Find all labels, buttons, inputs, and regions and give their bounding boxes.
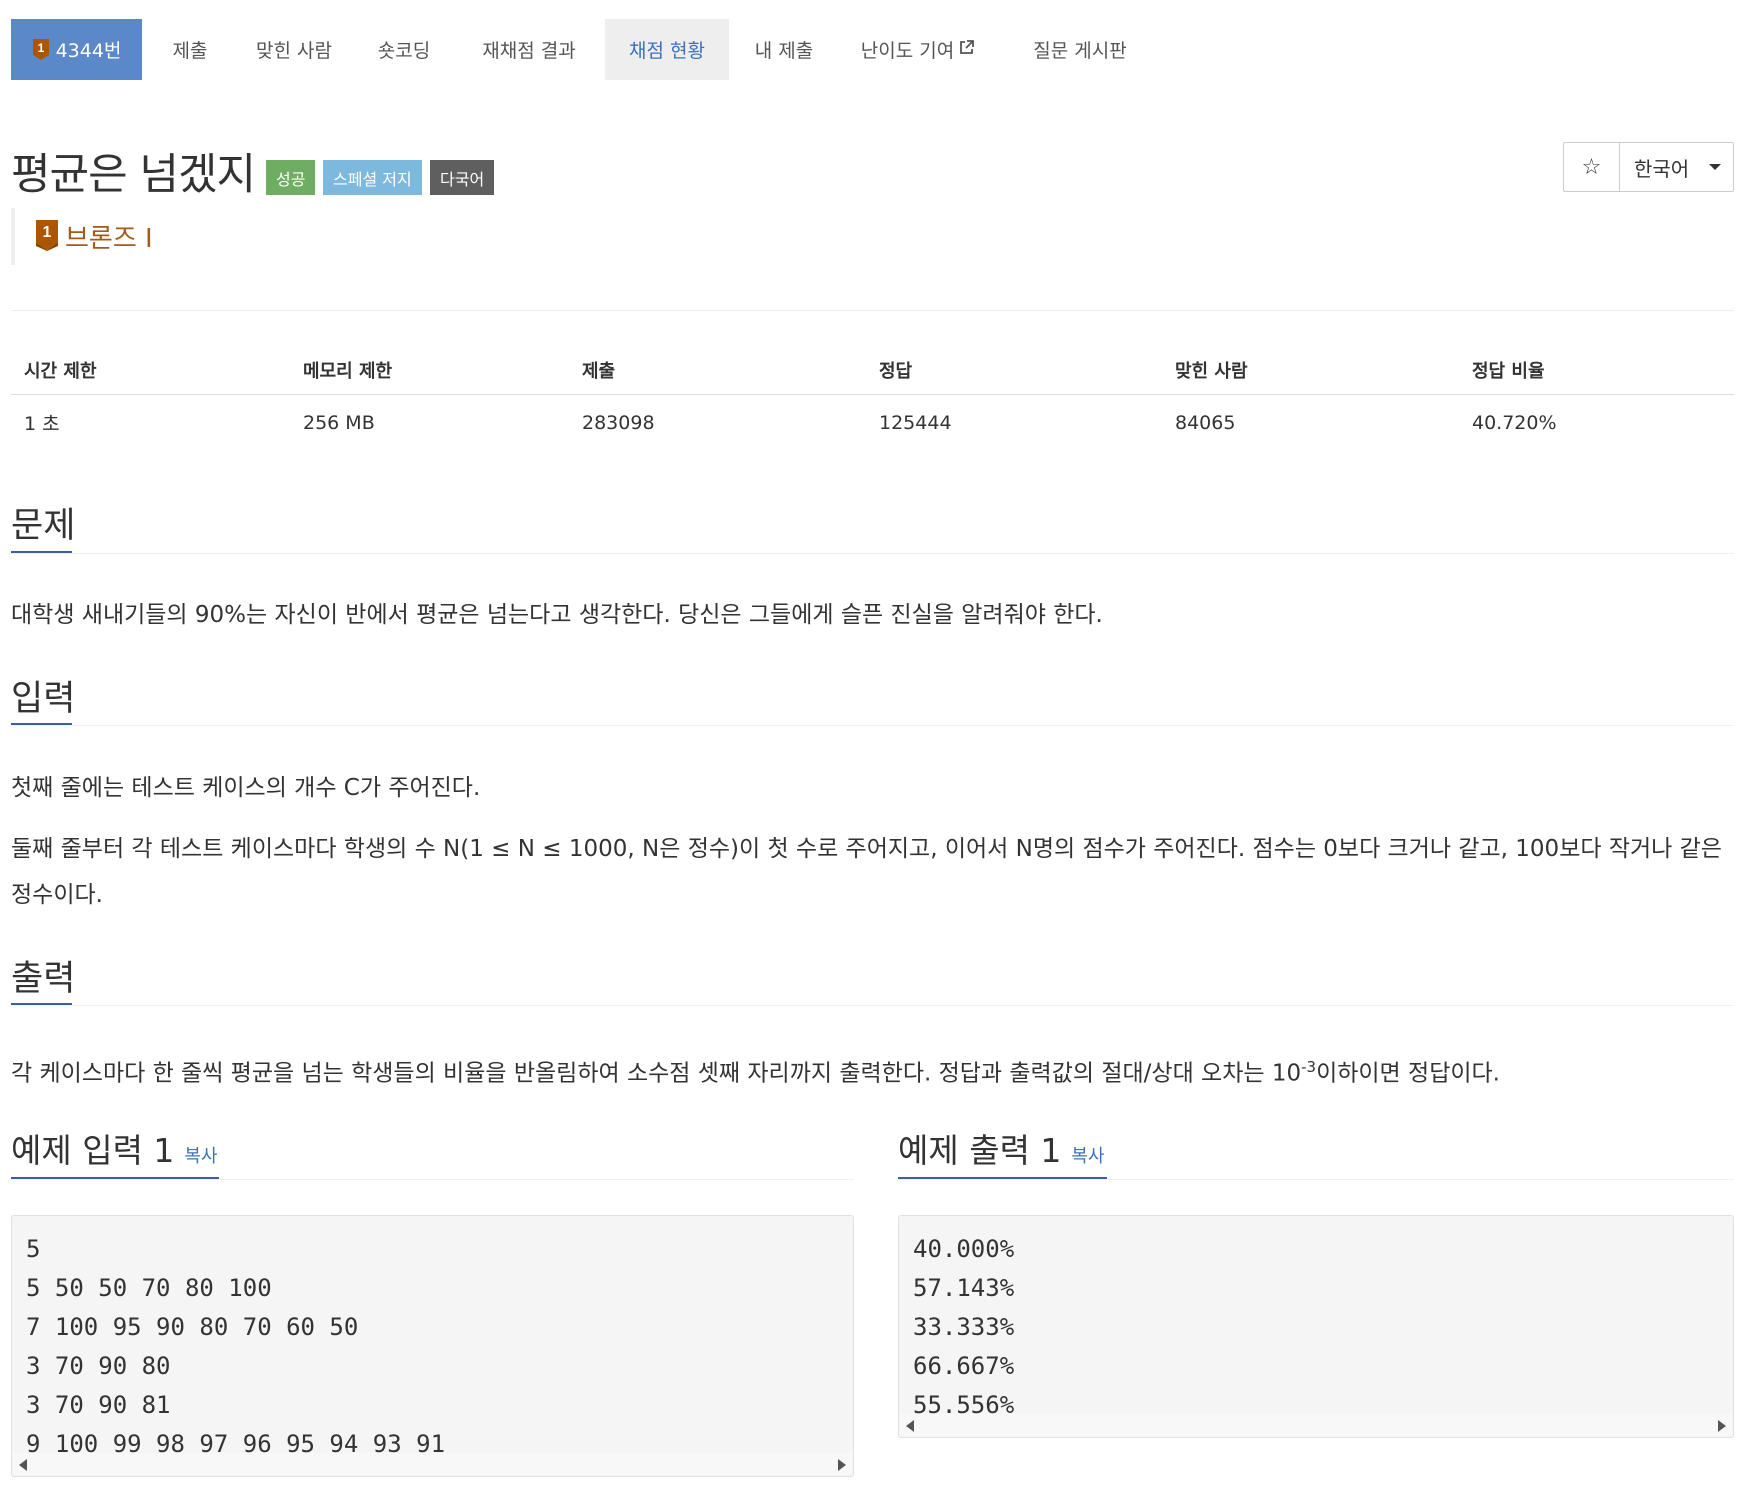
- sample-output-line: 40.000%: [913, 1235, 1015, 1263]
- sample-output-box[interactable]: 40.000% 57.143% 33.333% 66.667% 55.556%: [898, 1215, 1734, 1438]
- svg-text:1: 1: [43, 224, 52, 241]
- special-judge-badge: 스페셜 저지: [323, 160, 422, 195]
- sample-output-line: 57.143%: [913, 1274, 1015, 1302]
- sample-input-line: 3 70 90 81: [26, 1391, 171, 1419]
- header-time-limit: 시간 제한: [24, 361, 97, 382]
- problem-heading: 문제: [11, 506, 76, 546]
- problem-number-label: 4344번: [55, 40, 122, 62]
- table-header-row: 시간 제한 메모리 제한 제출 정답 맞힌 사람 정답 비율: [11, 345, 1734, 395]
- tab-problem-number[interactable]: 1 4344번: [11, 19, 142, 80]
- external-link-icon: [958, 39, 975, 61]
- sample-output-line: 33.333%: [913, 1313, 1015, 1341]
- tab-submit[interactable]: 제출: [150, 19, 230, 80]
- sample-input-line: 7 100 95 90 80 70 60 50: [26, 1313, 359, 1341]
- language-toolbar: ☆ 한국어: [1563, 142, 1734, 192]
- submissions-value: 283098: [582, 411, 655, 434]
- copy-sample-input-link[interactable]: 복사: [184, 1146, 217, 1167]
- problem-description: 대학생 새내기들의 90%는 자신이 반에서 평균은 넘는다고 생각한다. 당신…: [11, 602, 1103, 628]
- star-icon: ☆: [1581, 154, 1602, 180]
- header-solved-users: 맞힌 사람: [1175, 361, 1248, 382]
- table-row: 1 초 256 MB 283098 125444 84065 40.720%: [11, 395, 1734, 450]
- difficulty-contribution-label: 난이도 기여: [860, 40, 955, 62]
- section-divider: [11, 553, 1734, 554]
- scroll-left-arrow-icon[interactable]: [19, 1459, 27, 1471]
- output-description: 각 케이스마다 한 줄씩 평균을 넘는 학생들의 비율을 반올림하여 소수점 셋…: [11, 1058, 1500, 1087]
- copy-sample-output-link[interactable]: 복사: [1071, 1146, 1104, 1167]
- tab-short-coding[interactable]: 숏코딩: [364, 19, 444, 80]
- problem-tier: 1 브론즈 I: [11, 208, 153, 265]
- tab-qna-board[interactable]: 질문 게시판: [1019, 19, 1141, 80]
- memory-limit-value: 256 MB: [303, 411, 375, 434]
- caret-down-icon: [1709, 164, 1722, 170]
- svg-text:1: 1: [37, 41, 44, 55]
- input-heading: 입력: [11, 679, 76, 719]
- page-title: 평균은 넘겠지: [11, 150, 256, 200]
- sample-input-box[interactable]: 5 5 50 50 70 80 100 7 100 95 90 80 70 60…: [11, 1215, 854, 1477]
- header-submissions: 제출: [582, 361, 616, 382]
- section-divider: [11, 1179, 854, 1180]
- favorite-button[interactable]: ☆: [1564, 143, 1620, 191]
- accept-ratio-value: 40.720%: [1472, 411, 1557, 434]
- multilingual-badge[interactable]: 다국어: [430, 160, 495, 195]
- divider: [11, 310, 1734, 311]
- sample-output-heading: 예제 출력 1 복사: [898, 1131, 1105, 1170]
- sample-input-line: 5: [26, 1235, 41, 1263]
- tab-my-submissions[interactable]: 내 제출: [742, 19, 826, 80]
- language-select-value: 한국어: [1634, 156, 1690, 181]
- sample-input-line: 5 50 50 70 80 100: [26, 1274, 272, 1302]
- scroll-right-arrow-icon[interactable]: [838, 1459, 846, 1471]
- horizontal-scrollbar[interactable]: [900, 1414, 1732, 1436]
- language-select[interactable]: 한국어: [1620, 143, 1733, 191]
- tier-label[interactable]: 브론즈 I: [65, 218, 153, 255]
- success-badge: 성공: [266, 160, 316, 195]
- scroll-right-arrow-icon[interactable]: [1718, 1420, 1726, 1432]
- tab-rejudge-results[interactable]: 재채점 결과: [468, 19, 590, 80]
- sample-input-line: 3 70 90 80: [26, 1352, 171, 1380]
- solved-users-value: 84065: [1175, 411, 1236, 434]
- problem-info-table: 시간 제한 메모리 제한 제출 정답 맞힌 사람 정답 비율 1 초 256 M…: [11, 345, 1734, 450]
- header-accepted: 정답: [879, 361, 913, 382]
- section-divider: [898, 1179, 1734, 1180]
- input-description-line2: 둘째 줄부터 각 테스트 케이스마다 학생의 수 N(1 ≤ N ≤ 1000,…: [11, 836, 1722, 908]
- bronze-tier-icon: 1: [32, 38, 50, 61]
- tab-difficulty-contribution[interactable]: 난이도 기여: [852, 19, 984, 80]
- sample-output-line: 66.667%: [913, 1352, 1015, 1380]
- tab-judging-status[interactable]: 채점 현황: [605, 19, 729, 80]
- scroll-left-arrow-icon[interactable]: [906, 1420, 914, 1432]
- section-divider: [11, 1005, 1734, 1006]
- horizontal-scrollbar[interactable]: [13, 1453, 852, 1475]
- sample-input-heading: 예제 입력 1 복사: [11, 1131, 218, 1170]
- bronze-tier-icon: 1: [35, 219, 59, 255]
- accepted-value: 125444: [879, 411, 952, 434]
- output-heading: 출력: [11, 959, 76, 999]
- problem-nav: 1 4344번 제출 맞힌 사람 숏코딩 재채점 결과 채점 현황 내 제출 난…: [0, 0, 1752, 80]
- tab-solved-users[interactable]: 맞힌 사람: [241, 19, 347, 80]
- time-limit-value: 1 초: [24, 413, 60, 435]
- section-divider: [11, 725, 1734, 726]
- header-accept-ratio: 정답 비율: [1472, 361, 1545, 382]
- input-description-line1: 첫째 줄에는 테스트 케이스의 개수 C가 주어진다.: [11, 775, 481, 801]
- header-memory-limit: 메모리 제한: [303, 361, 393, 382]
